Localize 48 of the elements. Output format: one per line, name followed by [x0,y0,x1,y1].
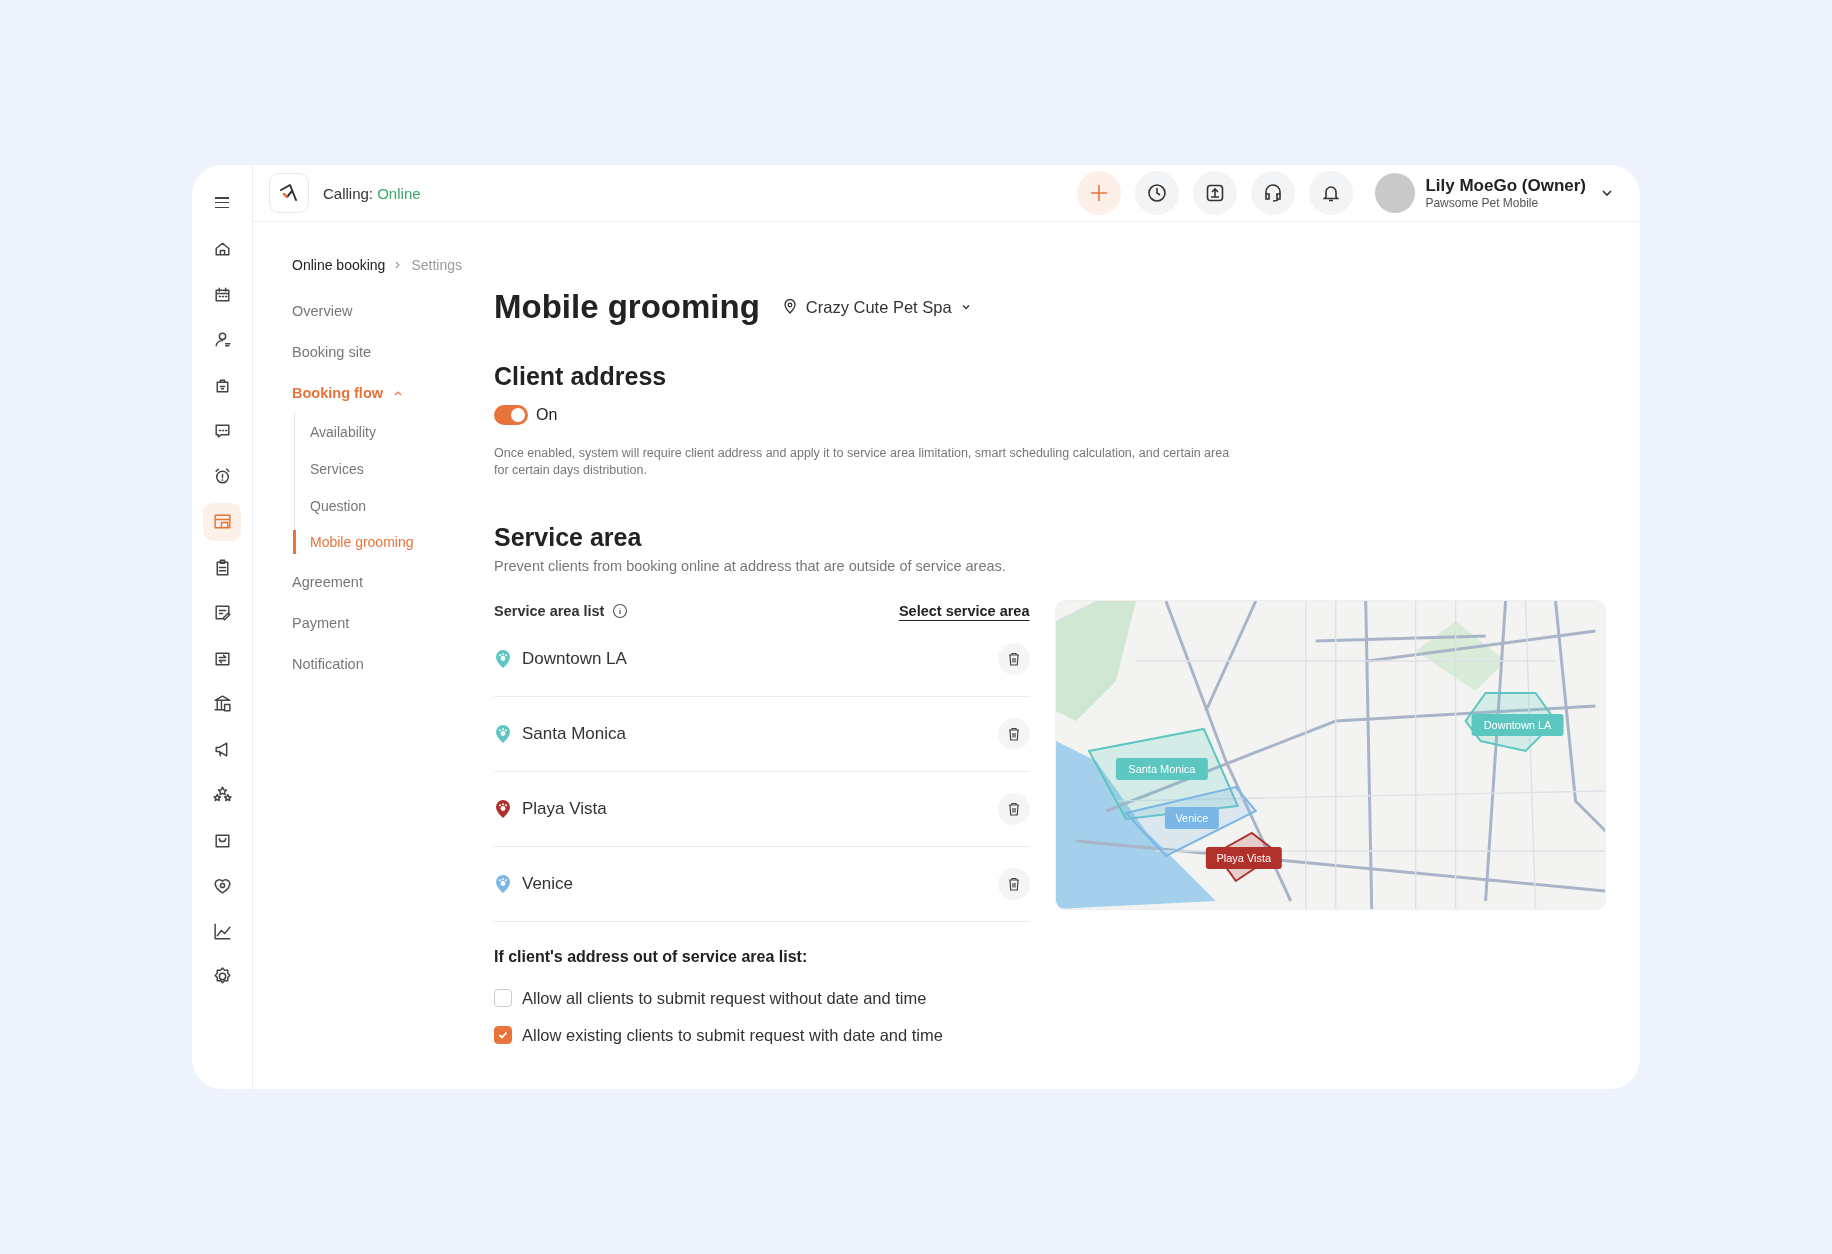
nav-item[interactable]: Agreement [292,561,494,602]
service-area-name: Downtown LA [522,648,627,669]
nav-subitem[interactable]: Availability [293,413,494,450]
fallback-heading: If client's address out of service area list: [494,947,809,966]
info-icon[interactable] [612,602,629,619]
delete-button[interactable] [997,792,1030,825]
option-label: Allow all clients to submit request without date and time [522,988,927,1008]
delete-button[interactable] [997,642,1030,675]
service-area-name: Venice [522,873,574,894]
toggle-label: On [536,406,558,424]
delete-button[interactable] [997,717,1030,750]
option-label: Allow existing clients to submit request with date and time [522,1025,943,1045]
page-title: Mobile grooming [494,288,760,326]
location-dropdown[interactable]: Crazy Cute Pet Spa [781,297,972,317]
nav-subitem[interactable]: Services [293,450,494,487]
toggle-switch[interactable] [494,405,528,425]
map-drawing[interactable]: Downtown LA Santa Monica Playa Vista Venice [1055,600,1605,909]
headset-icon[interactable] [1251,171,1296,215]
nav-item[interactable]: Booking flow [292,372,494,413]
delete-button[interactable] [997,867,1030,900]
description-text: Once enabled, system will require client address and apply it to service area limitation, smart scheduling calculation, and certain area for certain days distribution. [494,445,1231,479]
notification-bell-icon[interactable] [1309,171,1354,215]
calling-status: Calling: Online [323,184,421,202]
service-area-name: Santa Monica [522,723,626,744]
section-heading: Client address [494,362,668,391]
select-service-area-link[interactable]: Select service area [898,602,1030,619]
breadcrumb-link[interactable]: Online booking [292,257,386,273]
business-name: Pawsome Pet Mobile [1425,196,1540,210]
description-text: Prevent clients from booking online at address that are outside of service areas. [494,557,1007,574]
section-heading: Service area [494,522,643,552]
breadcrumb-link[interactable]: Settings [411,257,462,273]
checkbox[interactable] [494,1026,512,1045]
nav-item[interactable]: Notification [292,643,494,684]
upload-icon[interactable] [1193,171,1238,215]
list-label: Service area list [494,602,605,619]
clock-icon[interactable] [1135,171,1180,215]
user-name: Lily MoeGo (Owner) [1425,176,1586,196]
logo-icon[interactable] [269,173,309,213]
nav-subitem[interactable]: Mobile grooming [293,530,494,554]
nav-subitem[interactable]: Question [293,487,494,524]
service-area-name: Playa Vista [522,798,607,819]
menu-icon[interactable] [215,197,229,208]
nav-item[interactable]: Overview [292,290,494,331]
location-pin-icon [781,299,798,315]
nav-item[interactable]: Payment [292,602,494,643]
nav-item[interactable]: Booking site [292,331,494,372]
checkbox[interactable] [494,989,512,1008]
storefront-icon[interactable] [203,502,241,541]
